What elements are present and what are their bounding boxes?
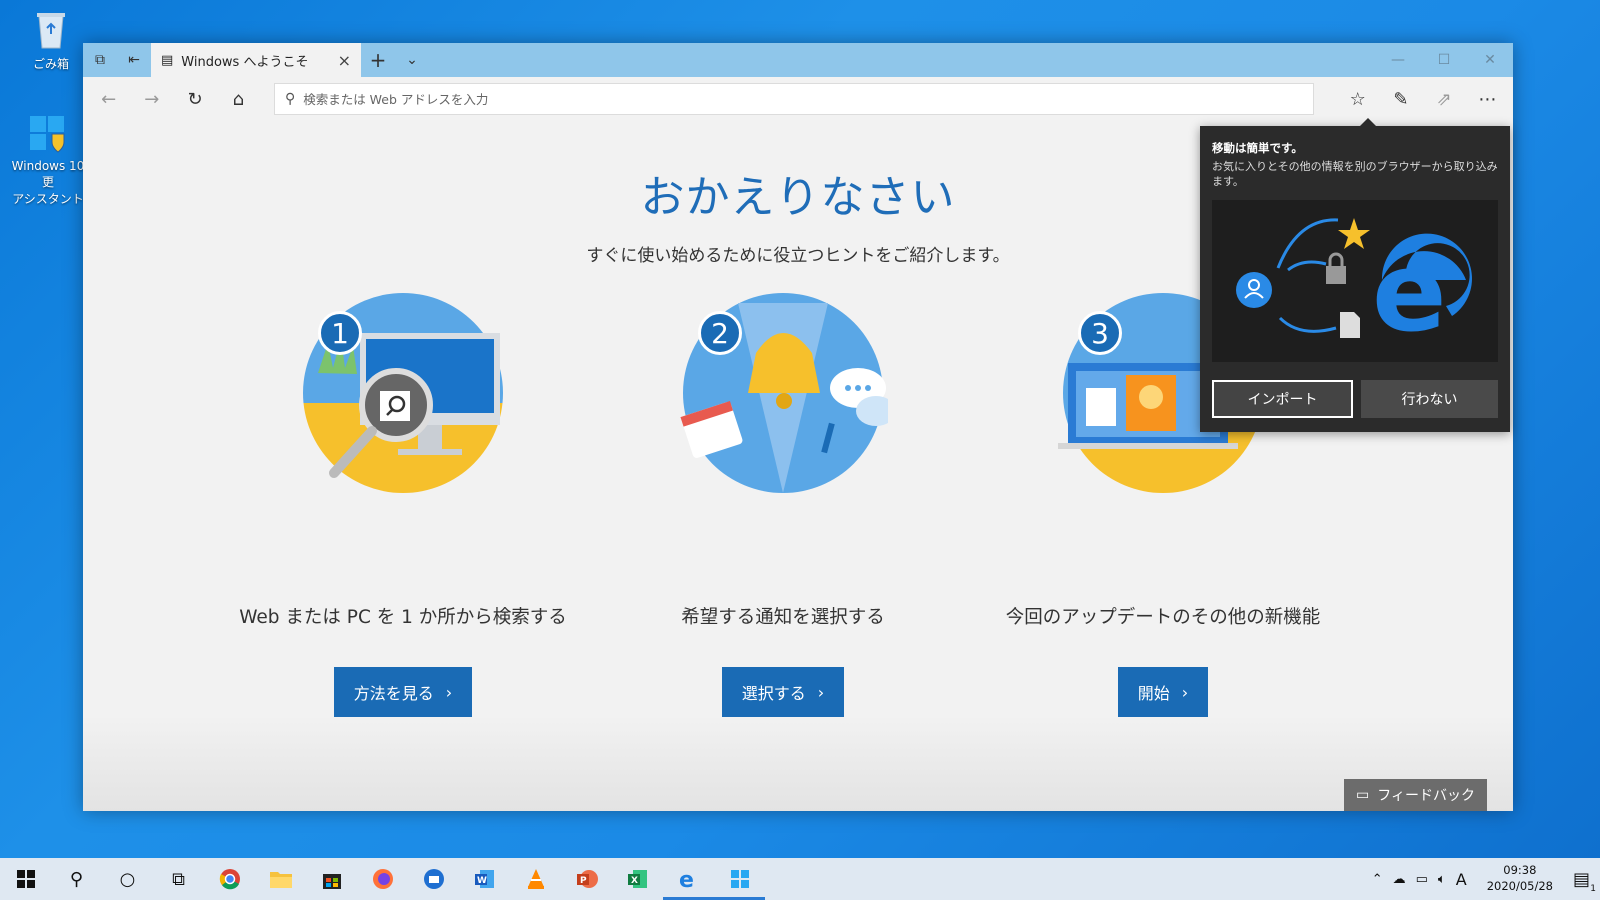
maximize-icon[interactable]: ☐ — [1421, 43, 1467, 77]
card-caption: 希望する通知を選択する — [681, 607, 885, 628]
button-label: 方法を見る — [353, 684, 434, 703]
step-number: 2 — [698, 311, 742, 355]
recycle-bin-icon — [29, 8, 73, 52]
svg-text:e: e — [1372, 228, 1447, 356]
chevron-up-icon[interactable]: ⌃ — [1372, 872, 1383, 887]
set-aside-tabs-icon[interactable]: ⇤ — [117, 43, 151, 77]
minimize-icon[interactable]: — — [1375, 43, 1421, 77]
recycle-bin-label: ごみ箱 — [32, 57, 69, 71]
chevron-right-icon: › — [1181, 682, 1189, 702]
chevron-down-icon[interactable]: ⌄ — [395, 43, 429, 77]
windows-update-assistant-icon[interactable] — [714, 858, 765, 900]
svg-text:X: X — [631, 876, 638, 886]
feedback-button[interactable]: ▭ フィードバック — [1344, 779, 1487, 811]
firefox-icon[interactable] — [357, 858, 408, 900]
chrome-icon[interactable] — [204, 858, 255, 900]
clock[interactable]: 09:38 2020/05/28 — [1477, 863, 1563, 894]
button-label: 開始 — [1137, 684, 1170, 703]
word-icon[interactable]: W — [459, 858, 510, 900]
button-label: 選択する — [741, 684, 806, 703]
refresh-icon[interactable]: ↻ — [175, 81, 214, 117]
notification-icon[interactable]: ▤ 1 — [1573, 869, 1596, 894]
step-number: 3 — [1078, 311, 1122, 355]
address-bar[interactable]: ⚲ — [273, 83, 1315, 115]
import-illustration: e — [1212, 199, 1498, 362]
step-number: 1 — [318, 311, 362, 355]
pen-icon[interactable]: ✎ — [1381, 81, 1420, 117]
system-tray: ⌃ ☁ ▭ 🔈︎ A 09:38 2020/05/28 ▤ 1 — [1372, 858, 1600, 900]
battery-icon[interactable]: ▭ — [1416, 872, 1428, 887]
close-tab-icon[interactable]: × — [338, 51, 351, 70]
onedrive-icon[interactable]: ☁ — [1393, 872, 1406, 887]
search-illustration: 1 — [298, 293, 508, 503]
svg-text:P: P — [580, 876, 587, 886]
tab-title: Windows へようこそ — [181, 54, 309, 70]
popup-description: お気に入りとその他の情報を別のブラウザーから取り込みます。 — [1212, 160, 1498, 189]
windows-shield-icon — [26, 112, 70, 156]
excel-icon[interactable]: X — [612, 858, 663, 900]
title-bar: ⧉ ⇤ ▤ Windows へようこそ × + ⌄ — ☐ ✕ — [83, 43, 1513, 77]
powerpoint-icon[interactable]: P — [561, 858, 612, 900]
feedback-icon: ▭ — [1356, 787, 1370, 803]
card-caption: 今回のアップデートのその他の新機能 — [1005, 607, 1321, 628]
file-explorer-icon[interactable] — [255, 858, 306, 900]
vlc-icon[interactable] — [510, 858, 561, 900]
import-button[interactable]: インポート — [1212, 379, 1353, 418]
card-notifications: 2 希望する通知を選択する 選択する › — [593, 293, 973, 717]
favorites-icon[interactable]: ☆ — [1338, 81, 1377, 117]
volume-icon[interactable]: 🔈︎ — [1438, 872, 1446, 887]
home-icon[interactable]: ⌂ — [219, 81, 258, 117]
tab-preview-icon[interactable]: ⧉ — [83, 43, 117, 77]
task-view-icon[interactable]: ⧉ — [153, 858, 204, 900]
notification-count: 1 — [1590, 883, 1596, 894]
search-icon[interactable]: ⚲ — [51, 858, 102, 900]
skip-button[interactable]: 行わない — [1361, 379, 1498, 418]
tab-welcome[interactable]: ▤ Windows へようこそ × — [151, 43, 361, 77]
notifications-illustration: 2 — [678, 293, 888, 503]
desktop-icon-recycle-bin[interactable]: ごみ箱 — [16, 8, 86, 72]
share-icon[interactable]: ⇗ — [1425, 81, 1464, 117]
svg-text:e: e — [679, 868, 694, 890]
back-icon[interactable]: ← — [89, 81, 128, 117]
card-caption: Web または PC を 1 か所から検索する — [239, 607, 567, 628]
chevron-right-icon: › — [817, 682, 825, 702]
chevron-right-icon: › — [445, 682, 453, 702]
store-icon[interactable] — [306, 858, 357, 900]
cortana-icon[interactable]: ○ — [102, 858, 153, 900]
new-tab-icon[interactable]: + — [361, 43, 395, 77]
search-icon: ⚲ — [284, 91, 296, 107]
desktop-icon-update-assistant[interactable]: Windows 10 更 アシスタント — [8, 112, 88, 207]
edge-icon[interactable]: e — [663, 858, 714, 900]
close-window-icon[interactable]: ✕ — [1467, 43, 1513, 77]
start-windows-icon[interactable] — [0, 858, 51, 900]
taskbar: ⚲ ○ ⧉ W P X e ⌃ ☁ ▭ 🔈︎ A 09:38 2020/05/2… — [0, 858, 1600, 900]
select-button[interactable]: 選択する › — [721, 667, 845, 717]
assistant-label-line1: Windows 10 更 — [11, 159, 85, 189]
window-controls: — ☐ ✕ — [1375, 43, 1513, 77]
clock-date: 2020/05/28 — [1486, 879, 1553, 893]
more-icon[interactable]: ⋯ — [1468, 81, 1507, 117]
feedback-label: フィードバック — [1377, 788, 1475, 804]
forward-icon[interactable]: → — [132, 81, 171, 117]
navigation-bar: ← → ↻ ⌂ ⚲ ☆ ✎ ⇗ ⋯ — [83, 77, 1513, 121]
ime-indicator[interactable]: A — [1456, 870, 1467, 889]
popup-title: 移動は簡単です。 — [1212, 141, 1303, 155]
see-how-button[interactable]: 方法を見る › — [333, 667, 473, 717]
get-started-button[interactable]: 開始 › — [1117, 667, 1209, 717]
svg-text:W: W — [477, 876, 487, 886]
assistant-label-line2: アシスタント — [12, 192, 84, 206]
thunderbird-icon[interactable] — [408, 858, 459, 900]
clock-time: 09:38 — [1503, 863, 1537, 878]
tab-page-icon: ▤ — [161, 52, 174, 68]
card-search: 1 Web または PC を 1 か所から検索する 方法を見る › — [213, 293, 593, 717]
import-popup: 移動は簡単です。 お気に入りとその他の情報を別のブラウザーから取り込みます。 e… — [1200, 118, 1510, 432]
address-input[interactable] — [303, 91, 1304, 107]
